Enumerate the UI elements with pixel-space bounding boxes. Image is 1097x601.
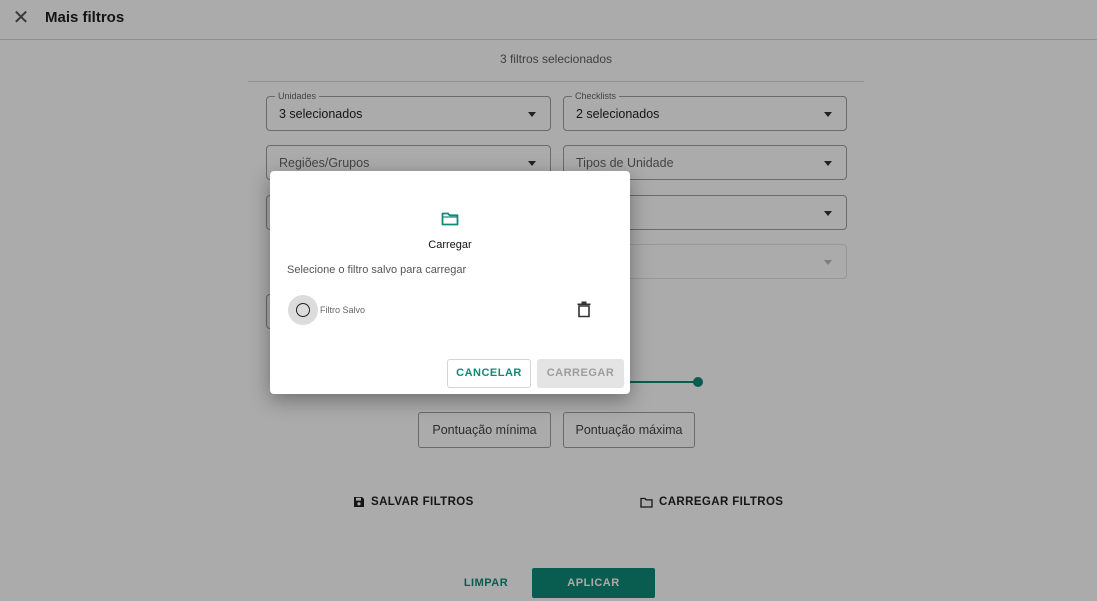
load-filter-dialog: Carregar Selecione o filtro salvo para c… bbox=[270, 171, 630, 394]
saved-filter-label: Filtro Salvo bbox=[320, 305, 366, 315]
cancel-button[interactable]: CANCELAR bbox=[447, 359, 531, 388]
trash-icon[interactable] bbox=[577, 301, 591, 318]
saved-filter-radio[interactable] bbox=[288, 295, 318, 325]
folder-icon bbox=[441, 212, 459, 226]
radio-circle-icon bbox=[296, 303, 310, 317]
dialog-subtitle: Selecione o filtro salvo para carregar bbox=[287, 264, 467, 276]
dialog-title: Carregar bbox=[428, 239, 472, 251]
load-button[interactable]: CARREGAR bbox=[537, 359, 624, 388]
